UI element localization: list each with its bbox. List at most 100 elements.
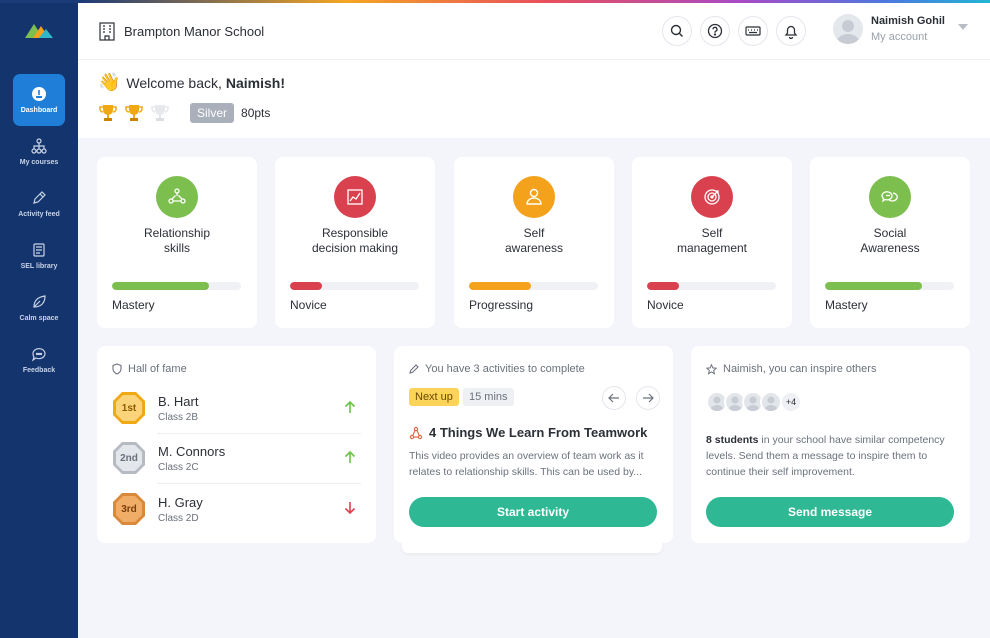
competency-card-self-management[interactable]: Self management Novice <box>632 157 792 328</box>
welcome-greeting: Welcome back, <box>126 74 222 91</box>
start-activity-button[interactable]: Start activity <box>409 497 657 527</box>
activity-title-text: 4 Things We Learn From Teamwork <box>429 425 648 440</box>
top-header: Brampton Manor School Naimish Gohil My a… <box>78 3 990 60</box>
trophy-row: Silver 80pts <box>98 103 270 123</box>
chevron-down-icon[interactable] <box>958 24 968 30</box>
competency-card-self-awareness[interactable]: Self awareness Progressing <box>454 157 614 328</box>
chat-icon <box>31 348 46 362</box>
arrow-up-icon <box>344 450 356 463</box>
teamwork-icon <box>409 426 423 439</box>
sidebar-item-label: Activity feed <box>18 211 60 218</box>
competency-card-social-awareness[interactable]: Social Awareness Mastery <box>810 157 970 328</box>
student-name: M. Connors <box>158 443 226 459</box>
gold-medal-icon: 1st <box>111 390 147 426</box>
person-icon <box>526 188 542 205</box>
help-icon <box>707 23 723 39</box>
previous-activity-button[interactable] <box>602 386 626 410</box>
list-item[interactable]: 3rd H. Gray Class 2D <box>111 486 361 532</box>
bell-icon <box>784 25 798 39</box>
competency-icon-circle <box>513 176 555 218</box>
speech-icon <box>881 191 898 203</box>
points-value: 80pts <box>241 106 271 120</box>
competency-progress-track <box>469 282 598 290</box>
competency-level: Novice <box>647 298 684 312</box>
welcome-section: 👋 Welcome back, Naimish! Silver 80pts <box>78 60 990 138</box>
card-stack-edge <box>402 543 662 553</box>
building-icon <box>99 22 115 41</box>
activity-description: This video provides an overview of team … <box>409 450 644 478</box>
arrow-up-icon <box>344 400 356 413</box>
notifications-button[interactable] <box>776 16 806 46</box>
competency-level: Novice <box>290 298 327 312</box>
avatar <box>760 391 782 413</box>
student-count: 8 students <box>706 434 759 446</box>
leaf-icon <box>33 295 46 308</box>
rank-label: 1st <box>121 402 137 414</box>
my-account-link[interactable]: My account <box>871 31 945 43</box>
next-activity-button[interactable] <box>636 386 660 410</box>
user-avatar-icon <box>836 20 860 44</box>
sidebar-item-label: SEL library <box>20 263 58 270</box>
competency-name: Responsible decision making <box>311 226 399 255</box>
pencil-icon <box>33 191 46 204</box>
competency-progress-track <box>112 282 241 290</box>
competency-name: Self awareness <box>504 226 564 255</box>
competency-icon-circle <box>869 176 911 218</box>
competency-progress-fill <box>469 282 531 290</box>
sidebar-nav: Dashboard My courses Activity feed SEL l… <box>0 74 78 386</box>
activity-title[interactable]: 4 Things We Learn From Teamwork <box>409 425 647 440</box>
sidebar-item-label: Feedback <box>22 367 56 374</box>
competency-level: Mastery <box>825 298 868 312</box>
tier-badge: Silver <box>190 103 235 123</box>
sidebar-item-my-courses[interactable]: My courses <box>0 126 78 178</box>
locked-trophy-icon <box>151 105 169 121</box>
messages-button[interactable] <box>738 16 768 46</box>
rank-label: 3rd <box>121 503 137 515</box>
list-item[interactable]: 2nd M. Connors Class 2C <box>111 435 361 481</box>
activities-title: You have 3 activities to complete <box>409 363 585 375</box>
sidebar-item-label: Calm space <box>19 315 59 322</box>
sidebar-item-feedback[interactable]: Feedback <box>0 334 78 386</box>
gold-trophy-icon <box>99 105 117 121</box>
sidebar: Dashboard My courses Activity feed SEL l… <box>0 0 78 638</box>
sidebar-item-calm-space[interactable]: Calm space <box>0 282 78 334</box>
competency-progress-fill <box>112 282 209 290</box>
next-up-badge: Next up <box>409 388 459 406</box>
inspire-title: Naimish, you can inspire others <box>706 363 876 375</box>
rank-label: 2nd <box>120 452 138 464</box>
sidebar-item-dashboard[interactable]: Dashboard <box>13 74 65 126</box>
courses-icon <box>31 138 47 154</box>
competency-card-responsible-decision-making[interactable]: Responsible decision making Novice <box>275 157 435 328</box>
arrow-left-icon <box>608 393 619 403</box>
user-menu[interactable]: Naimish Gohil My account <box>833 14 968 44</box>
more-avatars-count: +4 <box>780 391 802 413</box>
competency-name: Relationship skills <box>143 226 211 255</box>
list-item[interactable]: 1st B. Hart Class 2B <box>111 385 361 431</box>
competency-level: Progressing <box>469 298 534 312</box>
target-icon <box>704 189 720 205</box>
app-logo[interactable] <box>0 0 78 60</box>
sidebar-item-label: Dashboard <box>20 107 58 114</box>
competency-card-relationship-skills[interactable]: Relationship skills Mastery <box>97 157 257 328</box>
shield-icon <box>112 363 122 375</box>
sidebar-item-activity-feed[interactable]: Activity feed <box>0 178 78 230</box>
sidebar-item-sel-library[interactable]: SEL library <box>0 230 78 282</box>
school-name: Brampton Manor School <box>98 21 264 41</box>
star-icon <box>706 363 717 375</box>
student-class: Class 2C <box>158 461 199 473</box>
competency-icon-circle <box>334 176 376 218</box>
divider <box>157 483 361 484</box>
competency-name: Self management <box>676 226 748 255</box>
help-button[interactable] <box>700 16 730 46</box>
search-button[interactable] <box>662 16 692 46</box>
competency-progress-track <box>290 282 419 290</box>
avatar <box>833 14 863 44</box>
chart-icon <box>347 189 363 205</box>
user-avatar-icon <box>764 396 778 411</box>
divider <box>157 433 361 434</box>
student-class: Class 2D <box>158 512 199 524</box>
duration-badge: 15 mins <box>463 388 514 406</box>
hall-of-fame-title: Hall of fame <box>112 363 187 375</box>
library-icon <box>33 243 45 257</box>
send-message-button[interactable]: Send message <box>706 497 954 527</box>
